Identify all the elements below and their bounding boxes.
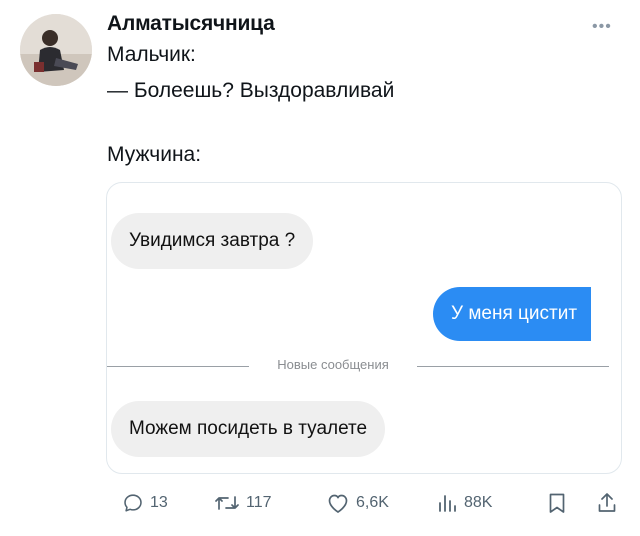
more-options-icon[interactable]: •••	[592, 18, 612, 36]
repost-icon	[215, 496, 239, 510]
avatar[interactable]	[20, 14, 92, 86]
outgoing-message-bubble: У меня цистит	[433, 287, 592, 341]
divider-label: Новые сообщения	[277, 357, 389, 372]
bookmark-button[interactable]	[546, 486, 568, 520]
share-button[interactable]	[596, 486, 618, 520]
divider-line	[417, 366, 609, 367]
bookmark-icon	[549, 493, 565, 513]
incoming-message-bubble: Можем посидеть в туалете	[111, 401, 386, 457]
share-icon	[598, 493, 616, 512]
repost-count: 117	[246, 494, 272, 511]
reply-icon	[124, 494, 142, 512]
analytics-icon	[439, 495, 456, 512]
views-count: 88K	[464, 494, 493, 511]
heart-icon	[328, 494, 348, 513]
post-text-line: — Болеешь? Выздоравливай	[107, 79, 395, 102]
views-button[interactable]: 88K	[436, 486, 492, 520]
like-count: 6,6K	[356, 494, 389, 511]
reply-count: 13	[150, 494, 168, 511]
like-button[interactable]: 6,6K	[326, 486, 389, 520]
post-text-line: Мальчик:	[107, 43, 196, 66]
post-text-line: Мужчина:	[107, 143, 202, 166]
action-bar: 13 117 6,6K 88K	[0, 486, 640, 520]
author-name[interactable]: Алматысячница	[107, 12, 275, 36]
repost-button[interactable]: 117	[214, 486, 272, 520]
incoming-message-bubble: Увидимся завтра ?	[111, 213, 314, 269]
chat-screenshot-card[interactable]: Увидимся завтра ? У меня цистит Новые со…	[106, 182, 622, 474]
divider-line	[107, 366, 249, 367]
reply-button[interactable]: 13	[122, 486, 168, 520]
avatar-image	[20, 14, 92, 86]
